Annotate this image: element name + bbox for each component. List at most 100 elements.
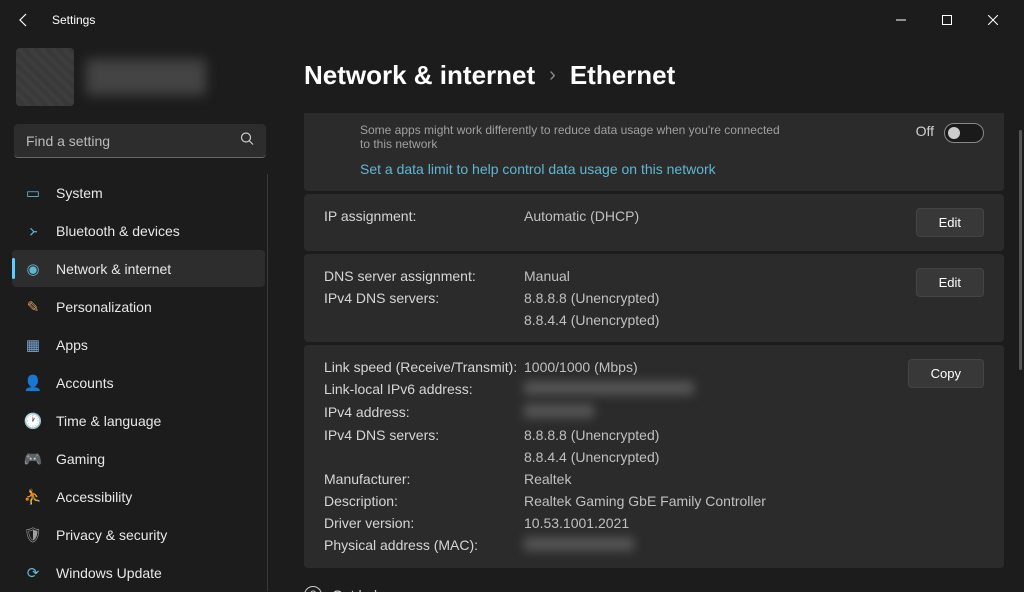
help-icon: ? <box>304 586 322 592</box>
edit-ip-button[interactable]: Edit <box>916 208 984 237</box>
user-section[interactable] <box>16 48 264 106</box>
dns-assignment-value: Manual <box>524 268 916 284</box>
detail-label: Link speed (Receive/Transmit): <box>324 359 524 375</box>
detail-row: Driver version:10.53.1001.2021 <box>324 515 908 531</box>
sidebar-item-label: Accessibility <box>56 489 132 505</box>
sidebar-item-gaming[interactable]: 🎮 Gaming <box>12 440 265 477</box>
detail-label: Description: <box>324 493 524 509</box>
detail-row: Link speed (Receive/Transmit):1000/1000 … <box>324 359 908 375</box>
close-icon <box>988 15 998 25</box>
close-button[interactable] <box>970 4 1016 36</box>
accessibility-icon: ⛹ <box>24 488 42 506</box>
detail-value <box>524 537 908 554</box>
bluetooth-icon: ᚛ <box>24 222 42 240</box>
get-help-label: Get help <box>332 587 385 592</box>
metered-desc: Some apps might work differently to redu… <box>360 123 790 151</box>
sidebar-item-network[interactable]: ◉ Network & internet <box>12 250 265 287</box>
ip-assignment-label: IP assignment: <box>324 208 524 224</box>
sidebar: ▭ System ᚛ Bluetooth & devices ◉ Network & … <box>0 40 280 592</box>
sidebar-item-label: Accounts <box>56 375 114 391</box>
detail-label: IPv4 DNS servers: <box>324 427 524 443</box>
avatar <box>16 48 74 106</box>
page-title: Ethernet <box>570 60 675 91</box>
maximize-icon <box>942 15 952 25</box>
sidebar-item-label: Privacy & security <box>56 527 167 543</box>
sidebar-item-label: Personalization <box>56 299 152 315</box>
chevron-right-icon: › <box>549 64 556 87</box>
detail-label: Manufacturer: <box>324 471 524 487</box>
detail-value <box>524 404 908 421</box>
breadcrumb-parent[interactable]: Network & internet <box>304 60 535 91</box>
detail-label: IPv4 address: <box>324 404 524 421</box>
detail-row: IPv4 address: <box>324 404 908 421</box>
sidebar-item-label: Gaming <box>56 451 105 467</box>
sidebar-item-personalization[interactable]: ✎ Personalization <box>12 288 265 325</box>
brush-icon: ✎ <box>24 298 42 316</box>
data-limit-link[interactable]: Set a data limit to help control data us… <box>360 161 916 177</box>
detail-value: 8.8.8.8 (Unencrypted) <box>524 427 908 443</box>
search-icon <box>240 132 254 151</box>
detail-row: Manufacturer:Realtek <box>324 471 908 487</box>
detail-value: Realtek Gaming GbE Family Controller <box>524 493 908 509</box>
get-help-link[interactable]: ? Get help <box>304 586 1008 592</box>
sidebar-item-label: System <box>56 185 103 201</box>
detail-row: 8.8.4.4 (Unencrypted) <box>324 449 908 465</box>
copy-button[interactable]: Copy <box>908 359 984 388</box>
sidebar-item-system[interactable]: ▭ System <box>12 174 265 211</box>
details-card: Link speed (Receive/Transmit):1000/1000 … <box>304 345 1004 568</box>
sidebar-item-label: Windows Update <box>56 565 162 581</box>
gamepad-icon: 🎮 <box>24 450 42 468</box>
ip-assignment-card: IP assignment: Automatic (DHCP) Edit <box>304 194 1004 251</box>
sidebar-item-update[interactable]: ⟳ Windows Update <box>12 554 265 591</box>
dns-server-value: 8.8.4.4 (Unencrypted) <box>524 312 916 328</box>
detail-value: 1000/1000 (Mbps) <box>524 359 908 375</box>
arrow-left-icon <box>16 12 32 28</box>
detail-value: 10.53.1001.2021 <box>524 515 908 531</box>
dns-assignment-label: DNS server assignment: <box>324 268 524 284</box>
dns-servers-label: IPv4 DNS servers: <box>324 290 524 306</box>
search-container <box>14 124 266 158</box>
detail-label: Physical address (MAC): <box>324 537 524 554</box>
ip-assignment-value: Automatic (DHCP) <box>524 208 916 224</box>
nav: ▭ System ᚛ Bluetooth & devices ◉ Network & … <box>12 174 268 591</box>
sidebar-item-label: Time & language <box>56 413 161 429</box>
wifi-icon: ◉ <box>24 260 42 278</box>
back-button[interactable] <box>8 4 40 36</box>
person-icon: 👤 <box>24 374 42 392</box>
sidebar-item-bluetooth[interactable]: ᚛ Bluetooth & devices <box>12 212 265 249</box>
sidebar-item-time[interactable]: 🕐 Time & language <box>12 402 265 439</box>
sidebar-item-apps[interactable]: ▦Apps <box>12 326 265 363</box>
sidebar-item-privacy[interactable]: 🛡 Privacy & security <box>12 516 265 553</box>
detail-label: Link-local IPv6 address: <box>324 381 524 398</box>
app-title: Settings <box>52 13 95 27</box>
scrollbar[interactable] <box>1019 130 1022 370</box>
update-icon: ⟳ <box>24 564 42 582</box>
detail-value: Realtek <box>524 471 908 487</box>
maximize-button[interactable] <box>924 4 970 36</box>
user-info <box>86 59 206 95</box>
edit-dns-button[interactable]: Edit <box>916 268 984 297</box>
sidebar-item-label: Network & internet <box>56 261 171 277</box>
detail-value <box>524 381 908 398</box>
minimize-button[interactable] <box>878 4 924 36</box>
search-input[interactable] <box>14 124 266 158</box>
sidebar-item-accessibility[interactable]: ⛹ Accessibility <box>12 478 265 515</box>
shield-icon: 🛡 <box>24 526 42 544</box>
sidebar-item-accounts[interactable]: 👤 Accounts <box>12 364 265 401</box>
detail-row: Description:Realtek Gaming GbE Family Co… <box>324 493 908 509</box>
sidebar-item-label: Bluetooth & devices <box>56 223 180 239</box>
metered-toggle[interactable] <box>944 123 984 143</box>
detail-label: Driver version: <box>324 515 524 531</box>
grid-icon: ▦ <box>24 336 42 354</box>
detail-row: Physical address (MAC): <box>324 537 908 554</box>
dns-card: DNS server assignment: IPv4 DNS servers:… <box>304 254 1004 342</box>
main-content: Network & internet › Ethernet Some apps … <box>280 40 1024 592</box>
breadcrumb: Network & internet › Ethernet <box>304 60 1008 91</box>
detail-label <box>324 449 524 465</box>
minimize-icon <box>896 15 906 25</box>
display-icon: ▭ <box>24 184 42 202</box>
detail-row: Link-local IPv6 address: <box>324 381 908 398</box>
clock-icon: 🕐 <box>24 412 42 430</box>
titlebar: Settings <box>0 0 1024 40</box>
detail-value: 8.8.4.4 (Unencrypted) <box>524 449 908 465</box>
